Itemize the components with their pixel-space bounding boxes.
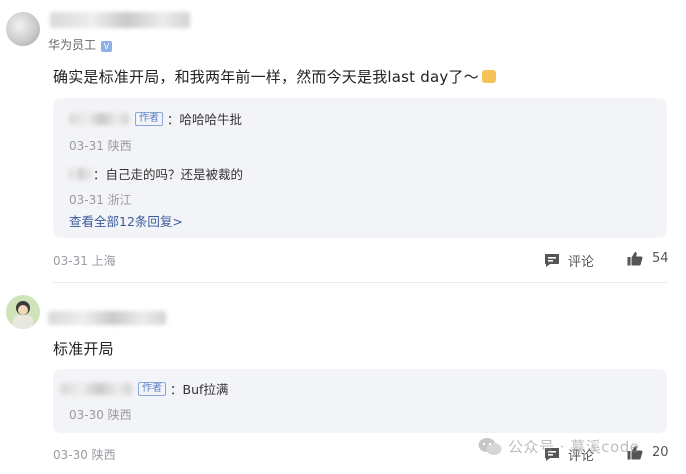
reply-item[interactable]: 作者 ：哈哈哈牛批 xyxy=(69,109,242,128)
watermark-text: 公众号 · 慕溪code xyxy=(508,438,640,456)
comment-label: 评论 xyxy=(568,255,595,270)
reply-text: ：自己走的吗？还是被裁的 xyxy=(93,167,244,182)
reply-item[interactable]: 作者 ：Buf拉满 xyxy=(60,379,228,398)
emoji-icon xyxy=(481,70,496,83)
reply-meta: 03-31 陕西 xyxy=(69,139,132,153)
comment-text: 确实是标准开局，和我两年前一样，然而今天是我last day了～ xyxy=(53,68,479,86)
username-redacted[interactable] xyxy=(48,311,166,325)
reply-text: ：Buf拉满 xyxy=(170,382,229,397)
thumbs-up-icon xyxy=(627,252,643,266)
comment-button[interactable]: 评论 xyxy=(544,251,594,270)
reply-item[interactable]: ：自己走的吗？还是被裁的 xyxy=(69,164,243,183)
like-button[interactable]: 54 xyxy=(627,251,669,266)
comment-content: 标准开局 xyxy=(53,340,114,358)
view-all-replies-link[interactable]: 查看全部12条回复> xyxy=(69,211,183,230)
comment-meta: 03-30 陕西 xyxy=(53,448,116,462)
reply-username-redacted[interactable] xyxy=(60,382,132,395)
reply-text: ：哈哈哈牛批 xyxy=(167,112,243,127)
verified-icon: V xyxy=(101,41,113,52)
reply-meta: 03-31 浙江 xyxy=(69,193,132,207)
like-count: 54 xyxy=(652,251,669,266)
wechat-icon xyxy=(478,437,502,455)
comment-card: 华为员工 V 确实是标准开局，和我两年前一样，然而今天是我last day了～ 作… xyxy=(0,0,686,282)
comment-icon xyxy=(545,254,559,267)
reply-username-redacted[interactable] xyxy=(69,167,91,180)
author-badge: 作者 xyxy=(138,381,166,396)
avatar[interactable] xyxy=(6,12,40,46)
like-count: 20 xyxy=(652,445,669,460)
comment-meta: 03-31 上海 xyxy=(53,254,116,268)
reply-meta: 03-30 陕西 xyxy=(69,408,132,422)
avatar[interactable] xyxy=(6,295,40,329)
watermark: 公众号 · 慕溪code xyxy=(478,436,639,457)
username-redacted[interactable] xyxy=(50,12,190,28)
author-badge: 作者 xyxy=(135,111,163,126)
user-tag: 华为员工 V xyxy=(48,36,113,53)
reply-username-redacted[interactable] xyxy=(69,112,129,125)
user-tag-text: 华为员工 xyxy=(48,38,97,52)
comment-content: 确实是标准开局，和我两年前一样，然而今天是我last day了～ xyxy=(53,66,496,87)
